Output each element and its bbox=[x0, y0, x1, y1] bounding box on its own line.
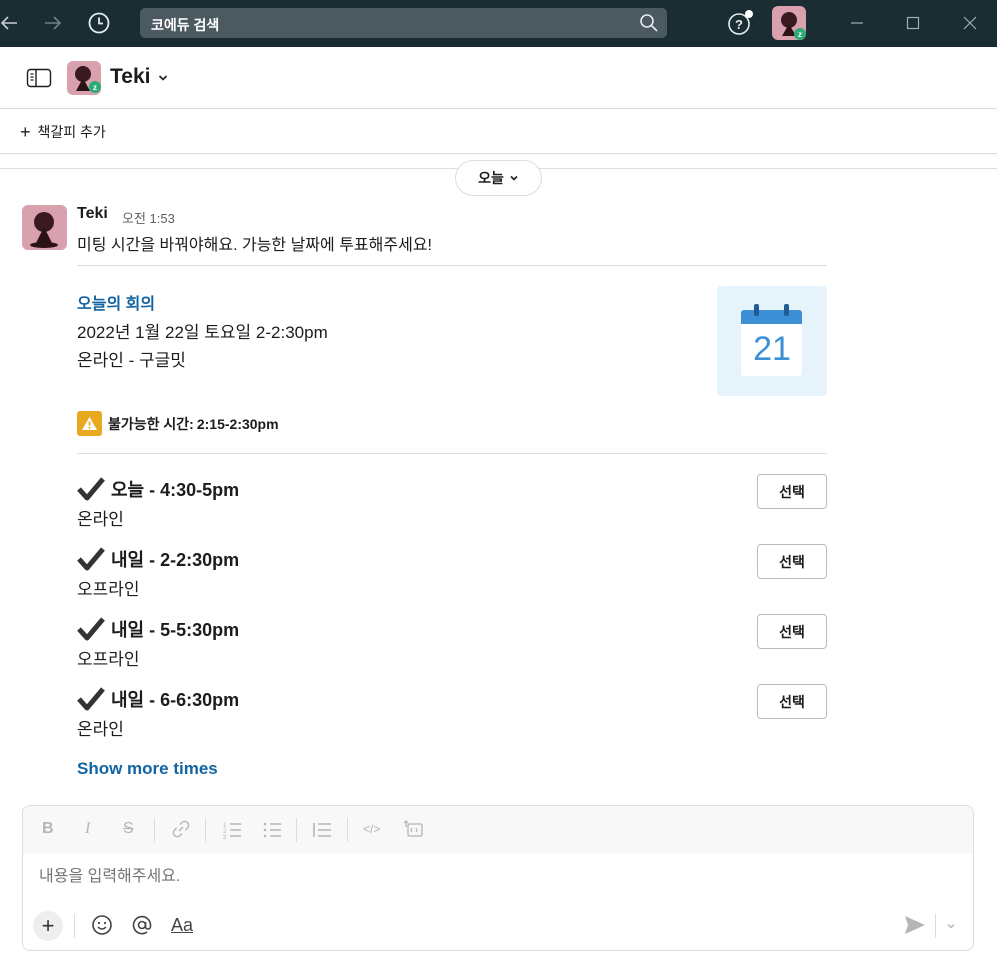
link-icon[interactable] bbox=[171, 819, 191, 844]
chevron-down-icon[interactable] bbox=[157, 71, 169, 83]
option-title: 내일 - 5-5:30pm bbox=[77, 616, 239, 642]
text-format-button[interactable]: Aa bbox=[171, 915, 193, 936]
title-bar: 코에듀 검색 ? z bbox=[0, 0, 997, 47]
block-divider bbox=[77, 453, 827, 454]
checkmark-icon bbox=[77, 687, 105, 711]
toolbar-divider bbox=[205, 818, 206, 842]
select-button[interactable]: 선택 bbox=[757, 474, 827, 509]
option-subtitle: 온라인 bbox=[77, 720, 124, 739]
option-title-text: 내일 - 6-6:30pm bbox=[111, 690, 240, 710]
chevron-down-icon[interactable] bbox=[945, 919, 957, 931]
actions-divider bbox=[74, 914, 75, 938]
channel-avatar: z bbox=[67, 61, 101, 95]
message-author[interactable]: Teki bbox=[77, 205, 108, 223]
add-bookmark-label: 책갈피 추가 bbox=[37, 124, 106, 140]
message-text: 미팅 시간을 바꿔야해요. 가능한 날짜에 투표해주세요! bbox=[77, 237, 432, 254]
warning-label: 불가능한 시간: bbox=[108, 415, 194, 432]
select-button[interactable]: 선택 bbox=[757, 684, 827, 719]
option-subtitle: 오프라인 bbox=[77, 650, 140, 669]
chevron-down-icon bbox=[510, 175, 518, 181]
option-subtitle: 온라인 bbox=[77, 510, 124, 529]
message-input[interactable] bbox=[39, 868, 939, 886]
toolbar-divider bbox=[296, 818, 297, 842]
emoji-icon[interactable] bbox=[89, 912, 115, 938]
date-divider-label: 오늘 bbox=[478, 170, 504, 186]
svg-text:3: 3 bbox=[223, 835, 227, 840]
event-title[interactable]: 오늘의 회의 bbox=[77, 290, 155, 314]
italic-button[interactable]: I bbox=[85, 820, 90, 838]
back-arrow-icon[interactable] bbox=[0, 8, 24, 38]
strikethrough-button[interactable]: S bbox=[123, 820, 134, 838]
warning-row: 불가능한 시간: 2:15-2:30pm bbox=[77, 411, 279, 436]
message-composer: B I S 123 </> + Aa bbox=[22, 805, 974, 951]
maximize-icon[interactable] bbox=[898, 8, 928, 38]
send-divider bbox=[935, 914, 936, 938]
svg-text:z: z bbox=[798, 30, 802, 39]
show-more-times-link[interactable]: Show more times bbox=[77, 759, 218, 779]
bulleted-list-icon[interactable] bbox=[262, 820, 282, 845]
history-icon[interactable] bbox=[84, 8, 114, 38]
channel-header: z Teki bbox=[0, 47, 997, 109]
checkmark-icon bbox=[77, 547, 105, 571]
checkmark-icon bbox=[77, 617, 105, 641]
sidebar-toggle-icon[interactable] bbox=[26, 67, 52, 89]
calendar-image: 21 bbox=[717, 286, 827, 396]
numbered-list-icon[interactable]: 123 bbox=[222, 820, 242, 845]
add-bookmark-button[interactable]: + 책갈피 추가 bbox=[20, 122, 106, 142]
calendar-day: 21 bbox=[753, 330, 791, 368]
option-title-text: 오늘 - 4:30-5pm bbox=[111, 480, 240, 500]
checkmark-icon bbox=[77, 477, 105, 501]
block-divider bbox=[77, 265, 827, 266]
svg-text:z: z bbox=[93, 83, 97, 92]
help-icon[interactable]: ? bbox=[725, 8, 755, 38]
minimize-icon[interactable] bbox=[842, 8, 872, 38]
search-placeholder: 코에듀 검색 bbox=[151, 17, 220, 33]
event-date: 2022년 1월 22일 토요일 2-2:30pm bbox=[77, 323, 328, 342]
warning-value: 2:15-2:30pm bbox=[196, 415, 279, 432]
bold-button[interactable]: B bbox=[42, 820, 54, 838]
option-title: 내일 - 6-6:30pm bbox=[77, 686, 239, 712]
send-icon[interactable] bbox=[903, 913, 927, 937]
option-title-text: 내일 - 5-5:30pm bbox=[111, 620, 240, 640]
warning-icon bbox=[77, 411, 102, 436]
search-icon[interactable] bbox=[639, 13, 659, 33]
event-location: 온라인 - 구글밋 bbox=[77, 351, 186, 370]
option-title-text: 내일 - 2-2:30pm bbox=[111, 550, 240, 570]
toolbar-divider bbox=[347, 818, 348, 842]
attach-button[interactable]: + bbox=[33, 911, 63, 941]
option-title: 오늘 - 4:30-5pm bbox=[77, 476, 239, 502]
message-author-avatar[interactable] bbox=[22, 205, 67, 250]
mention-icon[interactable] bbox=[129, 912, 155, 938]
forward-arrow-icon[interactable] bbox=[38, 8, 68, 38]
code-block-icon[interactable] bbox=[403, 819, 425, 844]
toolbar-divider bbox=[154, 818, 155, 842]
user-avatar[interactable]: z bbox=[772, 6, 806, 40]
select-button[interactable]: 선택 bbox=[757, 614, 827, 649]
option-subtitle: 오프라인 bbox=[77, 580, 140, 599]
bookmarks-bar: + 책갈피 추가 bbox=[0, 109, 997, 154]
close-icon[interactable] bbox=[955, 8, 985, 38]
svg-text:?: ? bbox=[735, 17, 743, 32]
date-divider-button[interactable]: 오늘 bbox=[455, 160, 542, 196]
channel-name[interactable]: Teki bbox=[110, 65, 150, 89]
code-button[interactable]: </> bbox=[363, 822, 380, 836]
formatting-toolbar: B I S 123 </> bbox=[23, 806, 973, 854]
plus-icon: + bbox=[20, 122, 31, 142]
option-title: 내일 - 2-2:30pm bbox=[77, 546, 239, 572]
composer-actions: + Aa bbox=[23, 906, 973, 950]
search-bar[interactable]: 코에듀 검색 bbox=[140, 8, 667, 38]
blockquote-icon[interactable] bbox=[312, 820, 332, 845]
select-button[interactable]: 선택 bbox=[757, 544, 827, 579]
message-timestamp[interactable]: 오전 1:53 bbox=[122, 208, 175, 227]
